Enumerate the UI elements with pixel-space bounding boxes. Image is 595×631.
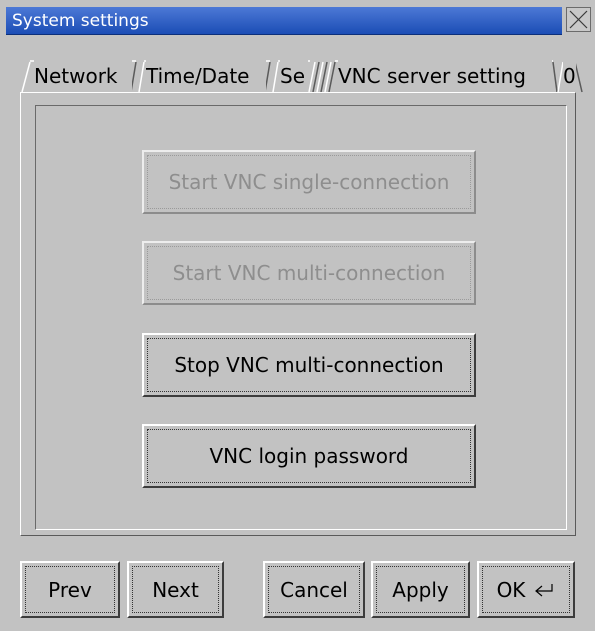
cancel-label: Cancel	[280, 577, 348, 602]
next-label: Next	[152, 577, 199, 602]
apply-label: Apply	[392, 577, 449, 602]
ok-content: OK	[497, 578, 556, 602]
tab-vnc-server-setting-label: VNC server setting	[338, 64, 526, 88]
ok-button[interactable]: OK	[477, 561, 575, 618]
next-button[interactable]: Next	[127, 561, 224, 618]
enter-return-icon	[535, 583, 554, 596]
vnc-login-password-label: VNC login password	[209, 444, 409, 468]
tab-time-date-label: Time/Date	[146, 64, 250, 88]
prev-button[interactable]: Prev	[20, 561, 120, 618]
start-vnc-single-connection-label: Start VNC single-connection	[168, 170, 450, 194]
close-icon	[569, 10, 588, 29]
apply-button[interactable]: Apply	[371, 561, 470, 618]
tab-security-label: Se	[280, 64, 305, 88]
start-vnc-single-connection-button[interactable]: Start VNC single-connection	[142, 150, 476, 214]
close-button[interactable]	[566, 7, 591, 32]
ok-label: OK	[496, 577, 526, 602]
tab-network-label: Network	[34, 64, 118, 88]
stop-vnc-multi-connection-label: Stop VNC multi-connection	[174, 353, 444, 377]
vnc-login-password-button[interactable]: VNC login password	[142, 424, 476, 488]
tab-overflow-label: 0	[563, 64, 576, 88]
start-vnc-multi-connection-label: Start VNC multi-connection	[172, 261, 446, 285]
title-bar: System settings	[0, 0, 595, 35]
tab-security[interactable]: Se	[280, 60, 308, 92]
tab-time-date[interactable]: Time/Date	[146, 60, 266, 92]
tab-network[interactable]: Network	[34, 60, 132, 92]
stop-vnc-multi-connection-button[interactable]: Stop VNC multi-connection	[142, 333, 476, 397]
prev-label: Prev	[48, 577, 92, 602]
tab-vnc-server-setting[interactable]: VNC server setting	[338, 60, 552, 92]
tab-overflow[interactable]: 0	[563, 60, 576, 92]
start-vnc-multi-connection-button[interactable]: Start VNC multi-connection	[142, 241, 476, 305]
window-title: System settings	[12, 11, 149, 31]
cancel-button[interactable]: Cancel	[263, 561, 365, 618]
